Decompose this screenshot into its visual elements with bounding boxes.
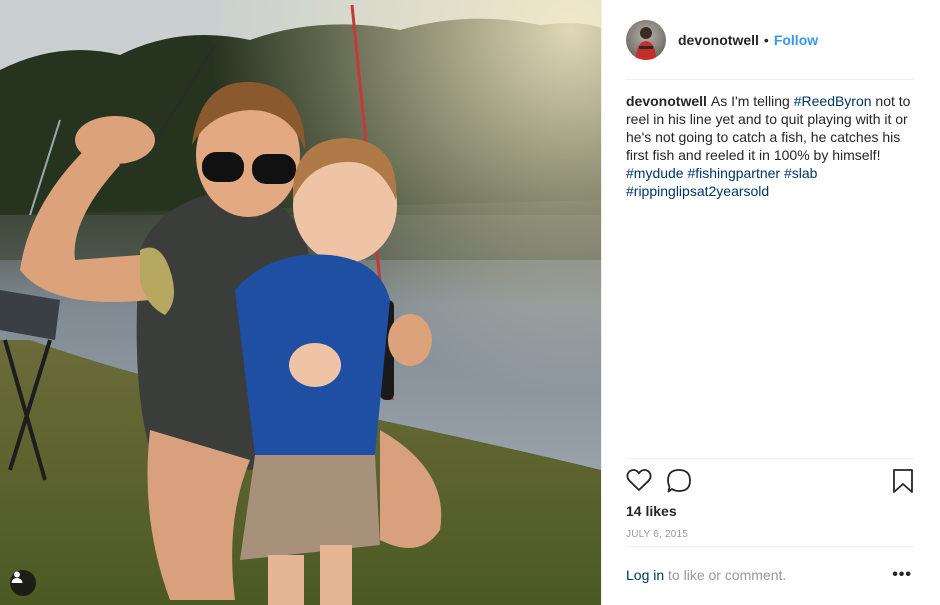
login-prompt-text: to like or comment. — [664, 567, 787, 583]
bookmark-icon[interactable] — [892, 468, 914, 499]
login-prompt: Log in to like or comment. — [626, 567, 916, 583]
heart-icon[interactable] — [626, 468, 652, 497]
header-separator: • — [763, 32, 769, 48]
more-options-button[interactable]: ••• — [892, 566, 912, 584]
caption-hashtag[interactable]: #rippinglipsat2yearsold — [626, 183, 769, 199]
footer-divider — [626, 546, 913, 547]
post-caption: devonotwell As I'm telling #ReedByron not… — [626, 92, 916, 200]
post-side-panel: devonotwell • Follow devonotwell As I'm t… — [601, 0, 940, 605]
post-photo[interactable] — [0, 0, 601, 605]
caption-hashtag[interactable]: #ReedByron — [794, 93, 872, 109]
caption-username[interactable]: devonotwell — [626, 93, 707, 109]
login-link[interactable]: Log in — [626, 567, 664, 583]
caption-text: As I'm telling — [710, 93, 794, 109]
post-actions — [626, 468, 916, 496]
avatar[interactable] — [626, 20, 666, 60]
caption-hashtag[interactable]: #mydude — [626, 165, 684, 181]
photo-scene — [0, 0, 601, 605]
follow-button[interactable]: Follow — [774, 32, 818, 48]
comment-icon[interactable] — [666, 468, 692, 499]
post-date[interactable]: JULY 6, 2015 — [626, 529, 688, 540]
user-tag-icon[interactable] — [10, 570, 36, 596]
caption-hashtag[interactable]: #fishingpartner — [687, 165, 780, 181]
caption-hashtag[interactable]: #slab — [784, 165, 817, 181]
post-header: devonotwell • Follow — [602, 0, 940, 80]
likes-count[interactable]: 14 likes — [626, 503, 677, 519]
header-username[interactable]: devonotwell — [678, 32, 759, 48]
actions-divider — [626, 458, 913, 459]
